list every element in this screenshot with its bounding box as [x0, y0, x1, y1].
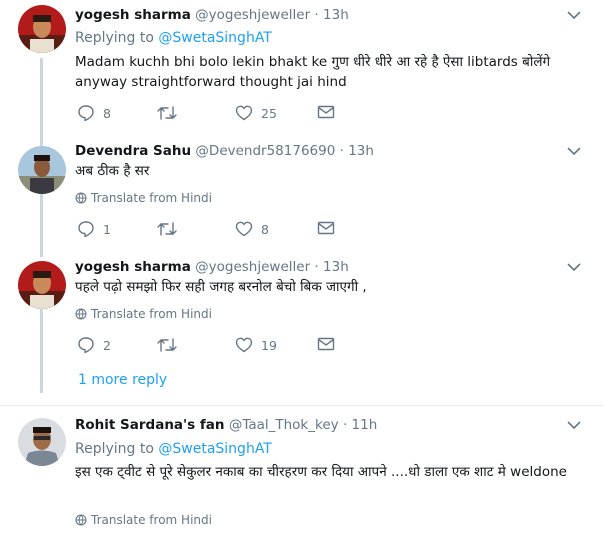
- display-name[interactable]: Rohit Sardana's fan: [75, 417, 225, 433]
- tweet[interactable]: Rohit Sardana's fan @Taal_Thok_key · 11h…: [0, 412, 603, 547]
- display-name[interactable]: Devendra Sahu: [75, 143, 191, 159]
- like-button[interactable]: 19: [235, 336, 277, 354]
- avatar[interactable]: [18, 146, 66, 194]
- retweet-button[interactable]: [157, 220, 177, 238]
- reply-count: 2: [103, 337, 111, 353]
- retweet-icon: [157, 338, 177, 352]
- reply-button[interactable]: 8: [77, 104, 111, 122]
- chevron-down-icon[interactable]: [567, 262, 581, 272]
- retweet-icon: [157, 222, 177, 236]
- chevron-down-icon[interactable]: [567, 10, 581, 20]
- avatar[interactable]: [18, 261, 66, 309]
- reply-icon: [78, 105, 94, 122]
- envelope-icon: [317, 337, 335, 351]
- retweet-button[interactable]: [157, 336, 177, 354]
- avatar[interactable]: [18, 5, 66, 53]
- timestamp[interactable]: 13h: [323, 259, 349, 275]
- like-count: 19: [261, 337, 277, 353]
- tweet[interactable]: yogesh sharma @yogeshjeweller · 13h Repl…: [0, 0, 603, 130]
- avatar[interactable]: [18, 418, 66, 466]
- message-button[interactable]: [317, 220, 335, 236]
- translate-link[interactable]: Translate from Hindi: [75, 512, 212, 528]
- globe-icon: [75, 308, 87, 320]
- replying-label: Replying to: [75, 441, 154, 457]
- message-button[interactable]: [317, 104, 335, 120]
- translate-label: Translate from Hindi: [91, 513, 212, 527]
- translate-label: Translate from Hindi: [91, 307, 212, 321]
- tweet-text: अब ठीक है सर: [75, 163, 150, 179]
- reply-count: 1: [103, 221, 111, 237]
- replying-to: Replying to @SwetaSinghAT: [75, 440, 272, 458]
- reply-count: 8: [103, 105, 111, 121]
- envelope-icon: [317, 221, 335, 235]
- separator-dot: ·: [342, 417, 348, 433]
- heart-icon: [235, 221, 253, 237]
- tweet-actions: 2 19: [75, 336, 345, 356]
- replying-to: Replying to @SwetaSinghAT: [75, 29, 272, 47]
- reply-button[interactable]: 1: [77, 220, 111, 238]
- reply-button[interactable]: 2: [77, 336, 111, 354]
- tweet[interactable]: Devendra Sahu @Devendr58176690 · 13h अब …: [0, 140, 603, 250]
- user-handle[interactable]: @Devendr58176690: [195, 143, 335, 159]
- display-name[interactable]: yogesh sharma: [75, 259, 191, 275]
- user-handle[interactable]: @yogeshjeweller: [195, 259, 310, 275]
- translate-link[interactable]: Translate from Hindi: [75, 306, 212, 322]
- translate-label: Translate from Hindi: [91, 191, 212, 205]
- chevron-down-icon[interactable]: [567, 146, 581, 156]
- display-name[interactable]: yogesh sharma: [75, 7, 191, 23]
- timestamp[interactable]: 11h: [352, 417, 378, 433]
- tweet-text: Madam kuchh bhi bolo lekin bhakt ke गुण …: [75, 54, 551, 90]
- divider: [0, 405, 603, 406]
- timestamp[interactable]: 13h: [348, 143, 374, 159]
- retweet-icon: [157, 106, 177, 120]
- tweet-actions: 1 8: [75, 220, 345, 240]
- heart-icon: [235, 337, 253, 353]
- tweet-header: Rohit Sardana's fan @Taal_Thok_key · 11h: [75, 416, 377, 434]
- heart-icon: [235, 105, 253, 121]
- more-replies-link[interactable]: 1 more reply: [78, 372, 167, 388]
- tweet-text: पहले पढ़ो समझो फिर सही जगह बरनोल बेचो बि…: [75, 279, 367, 295]
- globe-icon: [75, 514, 87, 526]
- separator-dot: ·: [339, 143, 344, 159]
- envelope-icon: [317, 105, 335, 119]
- like-button[interactable]: 25: [235, 104, 277, 122]
- retweet-button[interactable]: [157, 104, 177, 122]
- translate-link[interactable]: Translate from Hindi: [75, 190, 212, 206]
- tweet-actions: 8 25: [75, 104, 345, 124]
- reply-icon: [78, 337, 94, 354]
- tweet[interactable]: yogesh sharma @yogeshjeweller · 13h पहले…: [0, 256, 603, 366]
- separator-dot: ·: [314, 259, 319, 275]
- tweet-header: yogesh sharma @yogeshjeweller · 13h: [75, 6, 349, 24]
- chevron-down-icon[interactable]: [567, 420, 581, 430]
- replying-label: Replying to: [75, 30, 154, 46]
- mention-link[interactable]: @SwetaSinghAT: [158, 30, 271, 46]
- tweet-text: इस एक ट्वीट से पूरे सेकुलर नकाब का चीरहर…: [75, 464, 567, 480]
- user-handle[interactable]: @yogeshjeweller: [195, 7, 310, 23]
- like-count: 25: [261, 105, 277, 121]
- globe-icon: [75, 192, 87, 204]
- mention-link[interactable]: @SwetaSinghAT: [158, 441, 271, 457]
- timestamp[interactable]: 13h: [323, 7, 349, 23]
- user-handle[interactable]: @Taal_Thok_key: [229, 417, 339, 433]
- separator-dot: ·: [314, 7, 319, 23]
- tweet-header: yogesh sharma @yogeshjeweller · 13h: [75, 258, 349, 276]
- reply-icon: [78, 221, 94, 238]
- like-button[interactable]: 8: [235, 220, 269, 238]
- tweet-header: Devendra Sahu @Devendr58176690 · 13h: [75, 142, 374, 160]
- message-button[interactable]: [317, 336, 335, 352]
- like-count: 8: [261, 221, 269, 237]
